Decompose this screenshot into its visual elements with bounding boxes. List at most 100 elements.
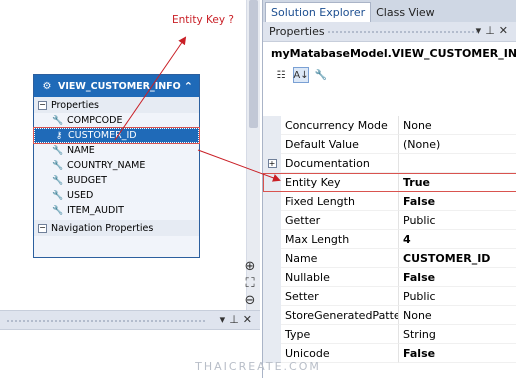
property-row[interactable]: Concurrency Mode None xyxy=(263,116,516,135)
entity-property-label: CUSTOMER_ID xyxy=(68,130,137,141)
row-gutter xyxy=(263,306,281,325)
wrench-icon: 🔧 xyxy=(52,145,64,156)
minus-icon[interactable]: − xyxy=(38,223,47,233)
close-icon[interactable]: ✕ xyxy=(243,313,256,326)
property-value[interactable]: True xyxy=(399,173,516,192)
expand-icon[interactable]: + xyxy=(267,159,277,168)
entity-header[interactable]: ⚙ VIEW_CUSTOMER_INFO ⌃ xyxy=(34,75,199,97)
property-value[interactable]: None xyxy=(399,116,516,135)
pin-icon[interactable]: ⊥ xyxy=(485,24,499,37)
wrench-icon: 🔧 xyxy=(52,115,64,126)
entity-property[interactable]: 🔧 BUDGET xyxy=(34,173,199,188)
bottom-panel-header: ▾⊥✕ xyxy=(0,310,260,330)
zoom-in-icon[interactable]: ⊕ xyxy=(242,258,258,274)
row-gutter[interactable]: + xyxy=(263,154,281,173)
entity-property[interactable]: 🔧 USED xyxy=(34,188,199,203)
close-icon[interactable]: ✕ xyxy=(499,24,512,37)
properties-section[interactable]: − Properties xyxy=(34,97,199,113)
designer-canvas[interactable]: Entity Key ? ⚙ VIEW_CUSTOMER_INFO ⌃ − Pr… xyxy=(0,0,246,310)
wrench-icon: 🔧 xyxy=(52,160,64,171)
row-gutter xyxy=(263,230,281,249)
grip-dots xyxy=(6,319,206,323)
property-value[interactable]: Public xyxy=(399,211,516,230)
row-gutter xyxy=(263,135,281,154)
collapse-icon[interactable]: ⌃ xyxy=(184,80,193,93)
zoom-fit-icon[interactable]: ⛶ xyxy=(242,275,258,291)
wrench-icon: 🔧 xyxy=(52,190,64,201)
properties-toolbar: ☷ A↓ 🔧 xyxy=(263,64,516,86)
row-gutter xyxy=(263,173,281,192)
entity-property[interactable]: 🔧 NAME xyxy=(34,143,199,158)
entity-icon: ⚙ xyxy=(42,80,52,92)
row-gutter xyxy=(263,249,281,268)
property-name: Fixed Length xyxy=(281,192,399,211)
property-row[interactable]: Setter Public xyxy=(263,287,516,306)
scroll-thumb[interactable] xyxy=(249,0,258,128)
property-row[interactable]: Default Value (None) xyxy=(263,135,516,154)
dropdown-icon[interactable]: ▾ xyxy=(476,24,486,37)
property-name: Documentation xyxy=(281,154,399,173)
entity-property[interactable]: 🔧 ITEM_AUDIT xyxy=(34,203,199,218)
row-gutter xyxy=(263,268,281,287)
annotation-label: Entity Key ? xyxy=(172,14,234,26)
property-name: Name xyxy=(281,249,399,268)
property-row[interactable]: Type String xyxy=(263,325,516,344)
row-gutter xyxy=(263,192,281,211)
property-value[interactable]: None xyxy=(399,306,516,325)
property-value[interactable]: False xyxy=(399,268,516,287)
property-row[interactable]: StoreGeneratedPatternNone xyxy=(263,306,516,325)
panel-tools: ▾⊥✕ xyxy=(476,24,512,37)
entity-shape[interactable]: ⚙ VIEW_CUSTOMER_INFO ⌃ − Properties 🔧 COM… xyxy=(33,74,200,258)
property-value[interactable]: CUSTOMER_ID xyxy=(399,249,516,268)
property-name: Max Length xyxy=(281,230,399,249)
navigation-section[interactable]: − Navigation Properties xyxy=(34,220,199,236)
key-icon: ⚷ xyxy=(55,130,63,141)
property-row[interactable]: Entity Key True xyxy=(263,173,516,192)
tab-solution-explorer[interactable]: Solution Explorer xyxy=(265,2,372,22)
categorized-icon[interactable]: ☷ xyxy=(273,67,289,83)
row-gutter xyxy=(263,116,281,135)
property-value[interactable]: False xyxy=(399,192,516,211)
property-name: Default Value xyxy=(281,135,399,154)
property-name: Getter xyxy=(281,211,399,230)
dropdown-icon[interactable]: ▾ xyxy=(220,313,230,326)
property-value[interactable] xyxy=(399,154,516,173)
entity-property[interactable]: ⚷ CUSTOMER_ID xyxy=(33,127,200,144)
property-row[interactable]: Max Length 4 xyxy=(263,230,516,249)
entity-property-label: NAME xyxy=(67,145,95,156)
property-value[interactable]: 4 xyxy=(399,230,516,249)
property-row[interactable]: Nullable False xyxy=(263,268,516,287)
tab-class-view[interactable]: Class View xyxy=(371,2,440,22)
tab-strip: Solution Explorer Class View xyxy=(263,0,516,22)
property-row[interactable]: Getter Public xyxy=(263,211,516,230)
property-value[interactable]: (None) xyxy=(399,135,516,154)
wrench-icon: 🔧 xyxy=(52,205,64,216)
zoom-out-icon[interactable]: ⊖ xyxy=(242,292,258,308)
properties-panel-title: Properties xyxy=(269,25,325,38)
property-name: Setter xyxy=(281,287,399,306)
entity-property[interactable]: 🔧 COUNTRY_NAME xyxy=(34,158,199,173)
property-value[interactable]: String xyxy=(399,325,516,344)
property-row[interactable]: Fixed Length False xyxy=(263,192,516,211)
entity-property[interactable]: 🔧 COMPCODE xyxy=(34,113,199,128)
property-name: Nullable xyxy=(281,268,399,287)
minus-icon[interactable]: − xyxy=(38,100,47,110)
property-name: Concurrency Mode xyxy=(281,116,399,135)
property-row[interactable]: + Documentation xyxy=(263,154,516,173)
wrench-icon[interactable]: 🔧 xyxy=(313,67,329,83)
property-value[interactable]: Public xyxy=(399,287,516,306)
entity-property-label: USED xyxy=(67,190,94,201)
row-gutter xyxy=(263,325,281,344)
entity-property-label: COMPCODE xyxy=(67,115,123,126)
property-grid: Concurrency Mode None Default Value (None) +… xyxy=(263,116,516,363)
row-gutter xyxy=(263,211,281,230)
properties-panel-header: Properties ▾⊥✕ xyxy=(263,22,516,42)
entity-title: VIEW_CUSTOMER_INFO xyxy=(58,80,181,92)
pin-icon[interactable]: ⊥ xyxy=(229,313,243,326)
selected-object-name[interactable]: myMatabaseModel.VIEW_CUSTOMER_INFO.C xyxy=(263,42,516,64)
panel-tools: ▾⊥✕ xyxy=(220,313,256,326)
property-row[interactable]: Name CUSTOMER_ID xyxy=(263,249,516,268)
navigation-section-label: Navigation Properties xyxy=(51,222,154,234)
alphabetical-icon[interactable]: A↓ xyxy=(293,67,309,83)
entity-property-label: ITEM_AUDIT xyxy=(67,205,124,216)
